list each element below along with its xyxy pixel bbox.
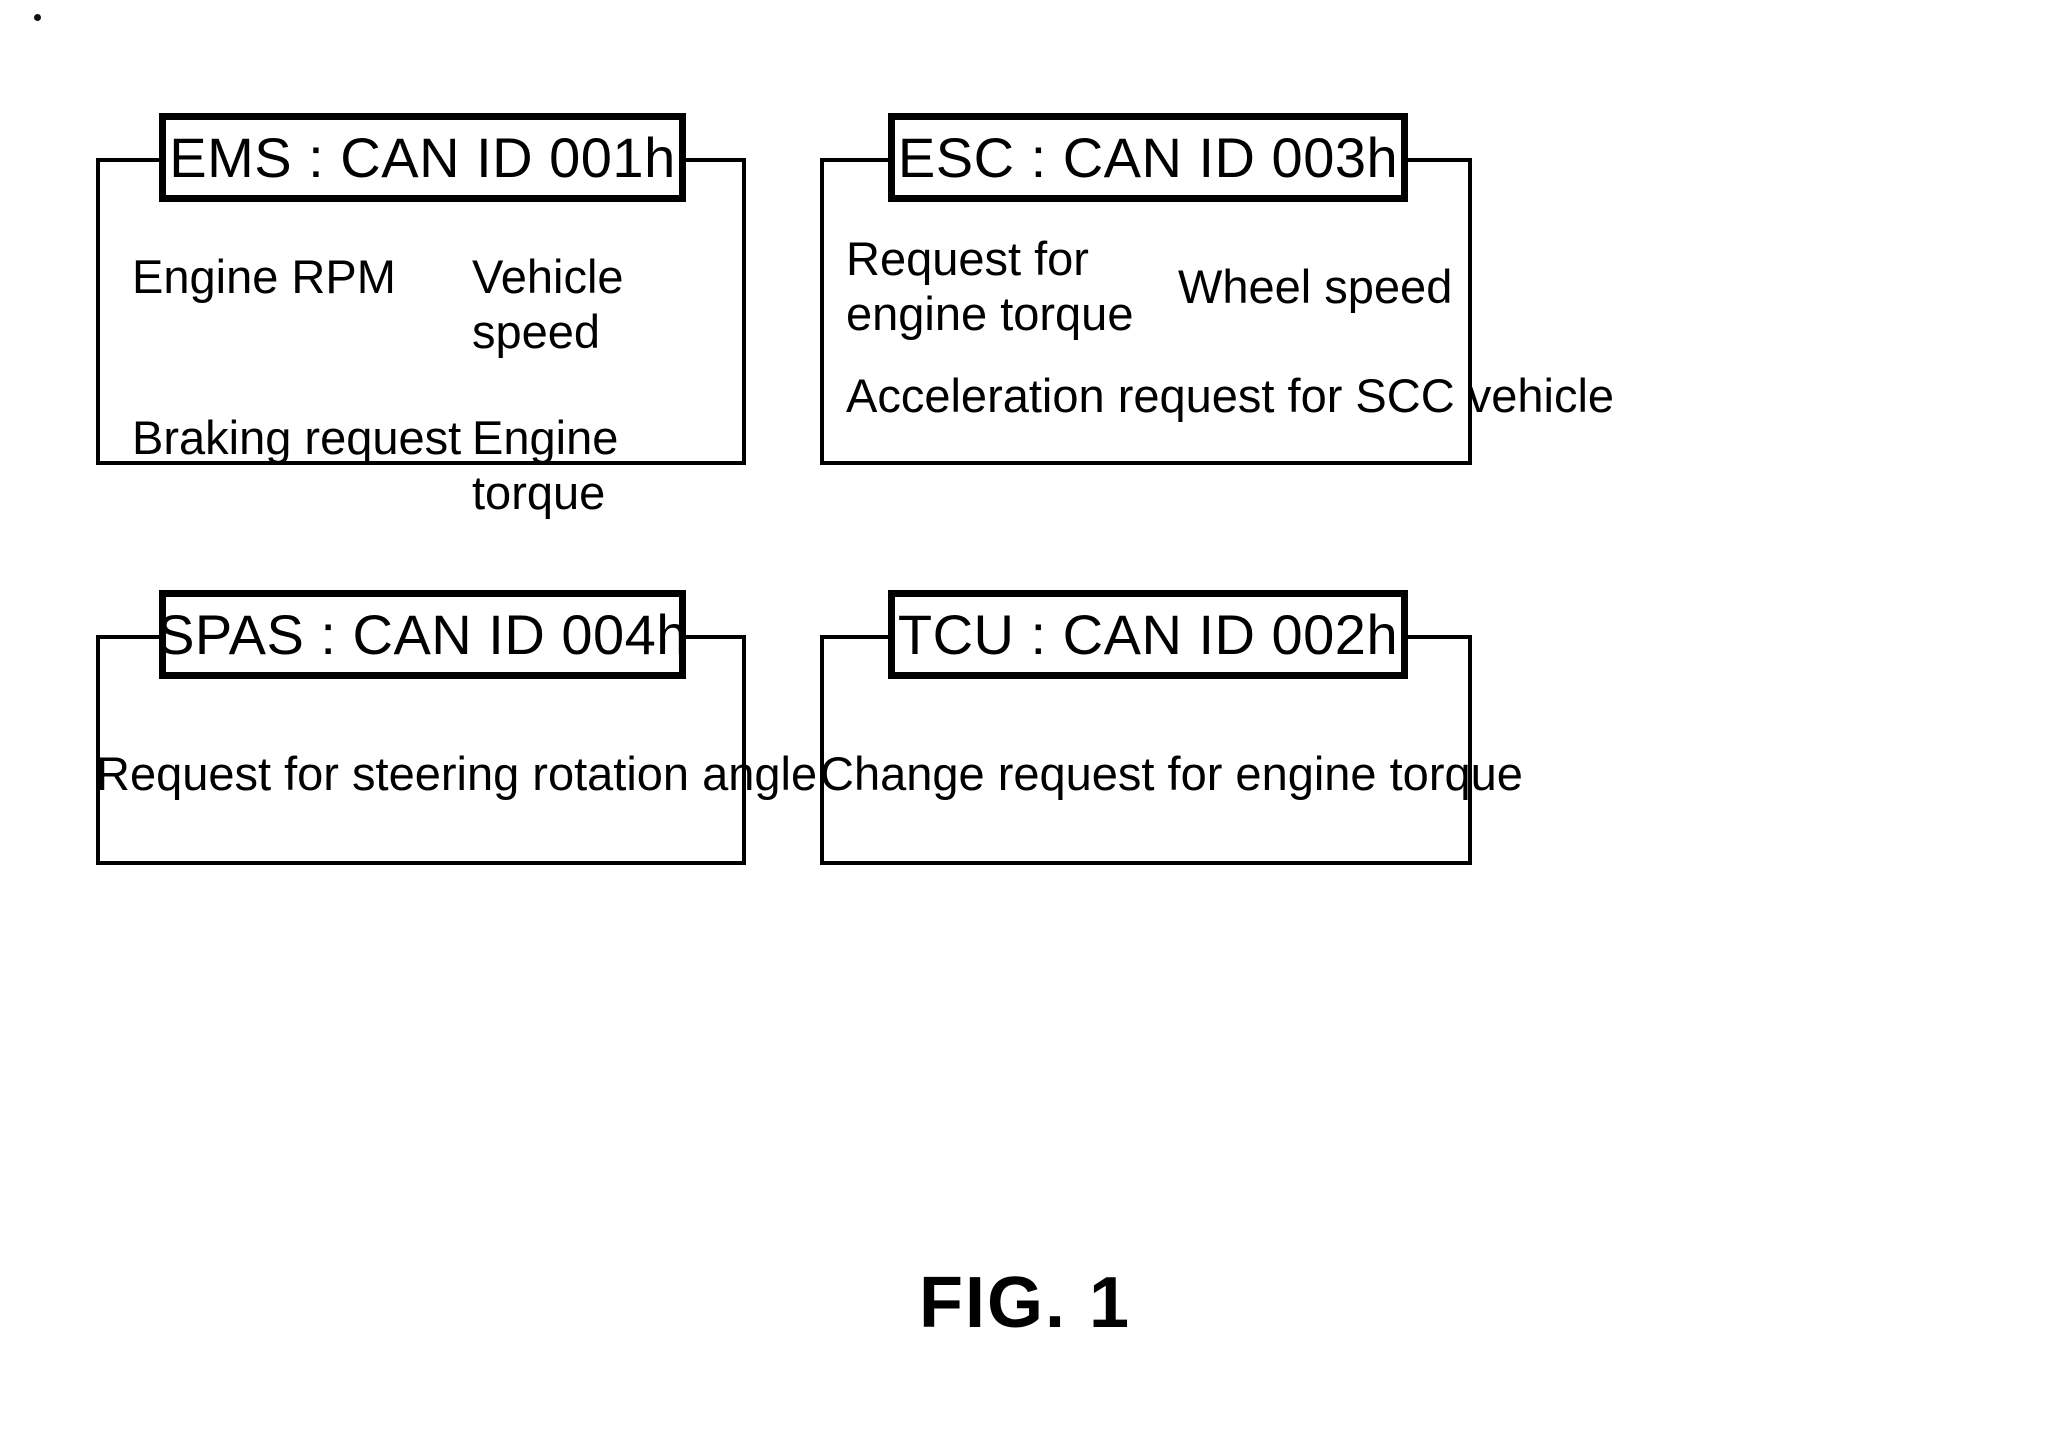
ecu-block-spas: SPAS : CAN ID 004h Request for steering … (96, 590, 818, 865)
ecu-content-ems: Engine RPM Vehicle speed Braking request… (132, 249, 732, 521)
signal-item: Request for engine torque (846, 232, 1134, 341)
ecu-header-label-esc: ESC : CAN ID 003h (897, 125, 1399, 189)
ecu-header-tcu: TCU : CAN ID 002h (888, 590, 1408, 679)
signal-item-full-width: Request for steering rotation angle (96, 747, 818, 800)
ecu-header-label-ems: EMS : CAN ID 001h (169, 125, 676, 189)
figure-sheet: EMS : CAN ID 001h Engine RPM Vehicle spe… (0, 0, 2050, 1443)
ecu-header-esc: ESC : CAN ID 003h (888, 113, 1408, 202)
signal-item: Wheel speed (1178, 259, 1453, 313)
figure-caption: FIG. 1 (918, 1263, 1132, 1343)
signal-item-full-width: Acceleration request for SCC vehicle (846, 368, 1615, 422)
ecu-header-spas: SPAS : CAN ID 004h (157, 590, 688, 679)
ecu-block-tcu: TCU : CAN ID 002h Change request for eng… (820, 590, 1523, 865)
ecu-content-esc: Request for engine torque Wheel speed Ac… (846, 231, 1615, 423)
signal-item: Engine torque (472, 410, 619, 520)
signal-item: Braking request (132, 410, 462, 464)
signal-item-full-width: Change request for engine torque (820, 747, 1523, 800)
ecu-block-ems: EMS : CAN ID 001h Engine RPM Vehicle spe… (96, 113, 746, 519)
signal-item: Vehicle speed (472, 250, 624, 359)
ecu-content-tcu: Change request for engine torque (820, 746, 1523, 801)
signal-grid-esc: Request for engine torque Wheel speed (846, 231, 1466, 342)
ecu-header-label-tcu: TCU : CAN ID 002h (897, 602, 1399, 666)
ecu-header-ems: EMS : CAN ID 001h (159, 113, 686, 202)
signal-item: Engine RPM (132, 250, 396, 303)
ecu-header-label-spas: SPAS : CAN ID 004h (157, 602, 688, 666)
ecu-content-spas: Request for steering rotation angle (96, 746, 818, 801)
ecu-block-esc: ESC : CAN ID 003h Request for engine tor… (820, 113, 1615, 465)
signal-grid-ems: Engine RPM Vehicle speed Braking request… (132, 249, 732, 521)
